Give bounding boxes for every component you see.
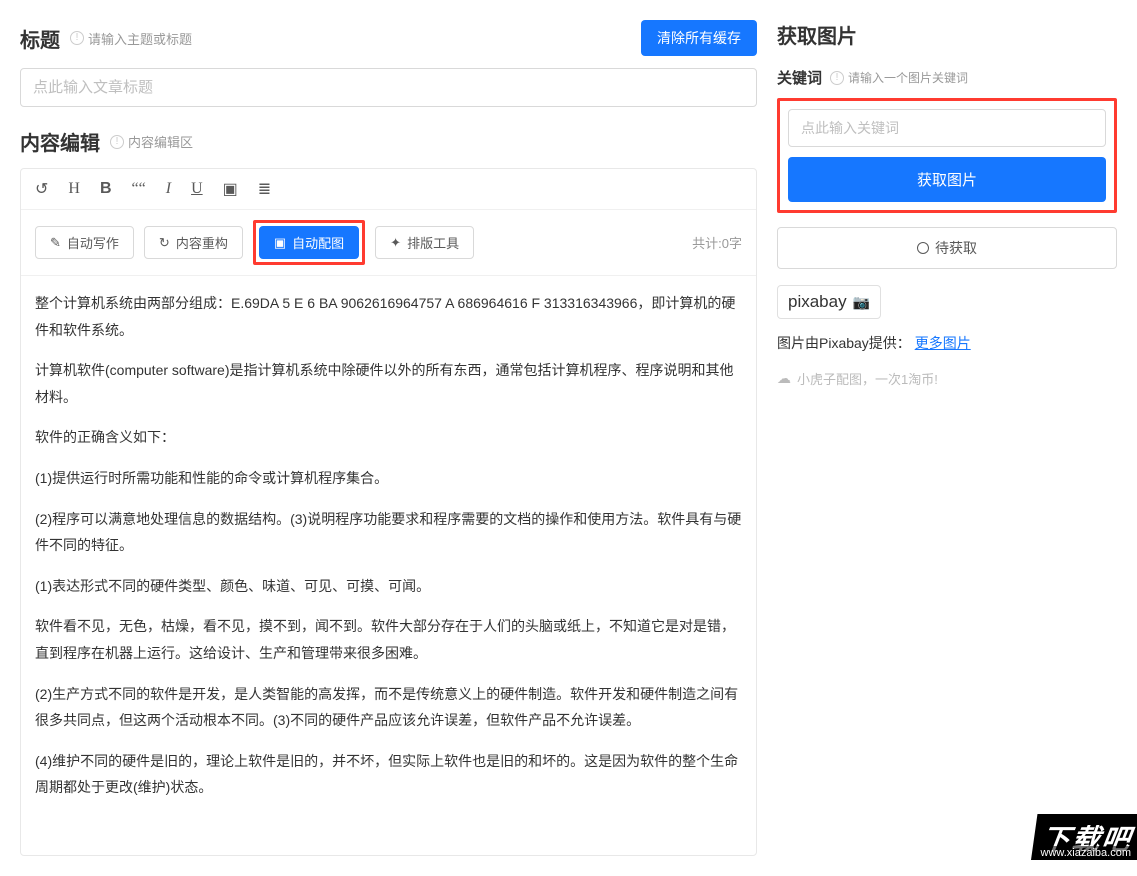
cloud-icon: ☁ [777,370,791,387]
keyword-input[interactable] [788,109,1106,147]
paragraph: 计算机软件(computer software)是指计算机系统中除硬件以外的所有… [35,357,742,410]
tip-line: ☁ 小虎子配图，一次1淘币! [777,369,1117,388]
content-header: 内容编辑 ! 内容编辑区 [20,127,757,156]
paragraph: (1)提供运行时所需功能和性能的命令或计算机程序集合。 [35,465,742,492]
keyword-label: 关键词 [777,67,822,88]
editor-content[interactable]: 整个计算机系统由两部分组成：E.69DA 5 E 6 BA 9062616964… [21,276,756,855]
pending-button[interactable]: 待获取 [777,227,1117,269]
paragraph: 整个计算机系统由两部分组成：E.69DA 5 E 6 BA 9062616964… [35,290,742,343]
highlight-auto-image: ▣ 自动配图 [253,220,365,265]
image-icon[interactable]: ▣ [223,179,238,199]
undo-icon[interactable]: ↺ [35,179,48,199]
clear-cache-button[interactable]: 清除所有缓存 [641,20,757,56]
title-hint: ! 请输入主题或标题 [70,29,192,48]
paragraph: 软件的正确含义如下： [35,424,742,451]
camera-icon: 📷 [853,294,870,311]
fetch-image-button[interactable]: 获取图片 [788,157,1106,202]
paragraph: 软件看不见，无色，枯燥，看不见，摸不到，闻不到。软件大部分存在于人们的头脑或纸上… [35,613,742,666]
credit-line: 图片由Pixabay提供： 更多图片 [777,333,1117,353]
char-count: 共计:0字 [692,233,742,252]
content-hint: ! 内容编辑区 [110,132,193,151]
info-icon: ! [110,135,124,149]
watermark-url: www.xiazaiba.com [1035,846,1137,860]
highlight-keyword-box: 获取图片 [777,98,1117,213]
refresh-icon: ↻ [159,235,170,251]
keyword-label-row: 关键词 ! 请输入一个图片关键词 [777,67,1117,88]
restructure-button[interactable]: ↻ 内容重构 [144,226,243,259]
circle-icon [917,242,929,254]
title-header: 标题 ! 请输入主题或标题 清除所有缓存 [20,20,757,56]
wand-icon: ✦ [390,235,401,251]
more-images-link[interactable]: 更多图片 [915,335,971,351]
info-icon: ! [830,71,844,85]
format-toolbar: ↺ H B ““ I U ▣ ≣ [21,169,756,210]
pixabay-badge: pixabay 📷 [777,285,881,319]
keyword-hint: ! 请输入一个图片关键词 [830,69,968,86]
bold-icon[interactable]: B [100,180,112,198]
content-label: 内容编辑 [20,127,100,156]
auto-write-button[interactable]: ✎ 自动写作 [35,226,134,259]
paragraph: (1)表达形式不同的硬件类型、颜色、味道、可见、可摸、可闻。 [35,573,742,600]
sidebar-title: 获取图片 [777,20,1117,49]
editor: ↺ H B ““ I U ▣ ≣ ✎ 自动写作 ↻ 内容重构 [20,168,757,856]
auto-image-button[interactable]: ▣ 自动配图 [259,226,359,259]
action-toolbar: ✎ 自动写作 ↻ 内容重构 ▣ 自动配图 ✦ 排版工具 共计:0字 [21,210,756,276]
heading-icon[interactable]: H [68,180,80,198]
quote-icon[interactable]: ““ [132,180,146,198]
paragraph: (4)维护不同的硬件是旧的，理论上软件是旧的，并不坏，但实际上软件也是旧的和坏的… [35,748,742,801]
info-icon: ! [70,31,84,45]
title-label: 标题 [20,24,60,53]
italic-icon[interactable]: I [166,180,171,198]
picture-icon: ▣ [274,235,286,251]
align-icon[interactable]: ≣ [258,179,271,199]
pixabay-text: pixabay [788,292,847,312]
paragraph: (2)程序可以满意地处理信息的数据结构。(3)说明程序功能要求和程序需要的文档的… [35,506,742,559]
underline-icon[interactable]: U [191,180,203,198]
layout-tool-button[interactable]: ✦ 排版工具 [375,226,474,259]
paragraph: (2)生产方式不同的软件是开发，是人类智能的高发挥，而不是传统意义上的硬件制造。… [35,681,742,734]
pencil-icon: ✎ [50,235,61,251]
article-title-input[interactable] [20,68,757,107]
